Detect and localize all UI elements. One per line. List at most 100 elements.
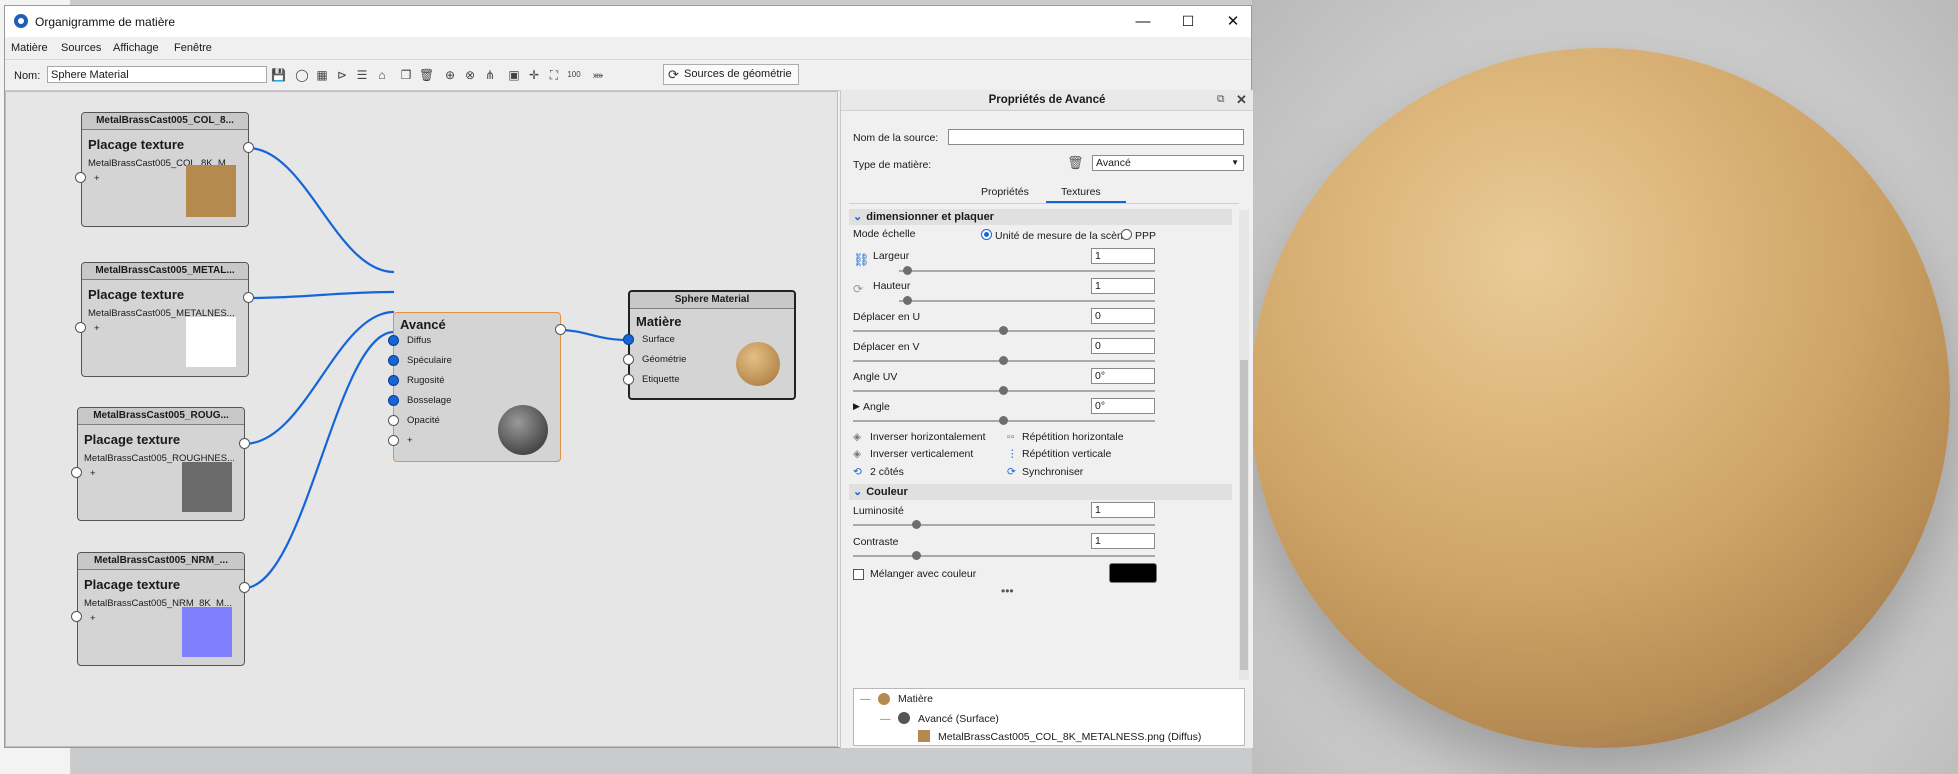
delete-icon[interactable]: 🗑 [419, 68, 434, 82]
repeat-horizontal-option[interactable]: Répétition horizontale [1022, 431, 1124, 443]
synchronize-option[interactable]: Synchroniser [1022, 466, 1083, 478]
minimize-button[interactable]: — [1120, 6, 1166, 37]
link-icon[interactable]: ⛓ [853, 252, 870, 268]
deplacer-u-input[interactable]: 0 [1091, 308, 1155, 324]
flip-horizontal-option[interactable]: Inverser horizontalement [870, 431, 986, 443]
tab-proprietes[interactable]: Propriétés [981, 186, 1029, 198]
repeat-vertical-icon[interactable]: ⋮ [1007, 448, 1018, 460]
panel-close-icon[interactable]: ✕ [1236, 92, 1247, 108]
menu-matiere[interactable]: Matière [11, 42, 48, 54]
angle-input[interactable]: 0° [1091, 398, 1155, 414]
port-add[interactable] [388, 435, 399, 446]
port-in[interactable] [71, 467, 82, 478]
largeur-slider-knob[interactable] [903, 266, 912, 275]
tree-item-matiere[interactable]: Matière [898, 693, 933, 705]
texture-node[interactable]: MetalBrassCast005_ROUG... Placage textur… [77, 407, 245, 521]
deplacer-v-slider-knob[interactable] [999, 356, 1008, 365]
port-etiquette[interactable] [623, 374, 634, 385]
node-graph-canvas[interactable]: MetalBrassCast005_COL_8... Placage textu… [5, 91, 838, 747]
copy-icon[interactable]: ❐ [399, 68, 413, 82]
deplacer-u-slider-knob[interactable] [999, 326, 1008, 335]
port-label-add[interactable]: + [407, 435, 413, 446]
hauteur-slider[interactable] [899, 300, 1155, 302]
port-bosselage[interactable] [388, 395, 399, 406]
split-icon[interactable]: ⤘ [591, 68, 605, 82]
trash-icon[interactable]: 🗑 [1067, 155, 1084, 171]
luminosite-slider-knob[interactable] [912, 520, 921, 529]
layout-icon[interactable]: ▣ [507, 68, 521, 82]
more-handle[interactable]: ••• [1001, 584, 1014, 598]
texture-node-add[interactable]: + [94, 323, 100, 334]
port-diffus[interactable] [388, 335, 399, 346]
sliders-icon[interactable]: ☰ [355, 68, 369, 82]
contraste-input[interactable]: 1 [1091, 533, 1155, 549]
blend-color-checkbox[interactable] [853, 569, 864, 580]
tree-item-texture[interactable]: MetalBrassCast005_COL_8K_METALNESS.png (… [938, 731, 1201, 743]
sync-icon[interactable]: ⟳ [853, 282, 863, 296]
geometry-sources-button[interactable]: ⟳ Sources de géométrie [663, 64, 799, 85]
play-icon[interactable]: ⊳ [335, 68, 349, 82]
synchronize-icon[interactable]: ⟳ [1007, 466, 1016, 478]
source-name-input[interactable] [948, 129, 1244, 145]
port-in[interactable] [75, 322, 86, 333]
repeat-horizontal-icon[interactable]: ▫▫ [1007, 431, 1014, 443]
fit-icon[interactable]: ⛶ [547, 68, 561, 82]
port-geometrie[interactable] [623, 354, 634, 365]
largeur-input[interactable]: 1 [1091, 248, 1155, 264]
advanced-node[interactable]: Avancé Diffus Spéculaire Rugosité Bossel… [393, 312, 561, 462]
repeat-vertical-option[interactable]: Répétition verticale [1022, 448, 1111, 460]
angle-uv-input[interactable]: 0° [1091, 368, 1155, 384]
texture-node[interactable]: MetalBrassCast005_NRM_... Placage textur… [77, 552, 245, 666]
menu-fenetre[interactable]: Fenêtre [174, 42, 212, 54]
center-icon[interactable]: ✛ [527, 68, 541, 82]
close-button[interactable]: ✕ [1210, 6, 1256, 37]
texture-node-add[interactable]: + [90, 613, 96, 624]
port-surface[interactable] [623, 334, 634, 345]
menu-affichage[interactable]: Affichage [113, 42, 159, 54]
expand-arrow-icon[interactable]: ▶ [853, 401, 860, 412]
section-color-header[interactable]: ⌄ Couleur [849, 484, 1232, 500]
zoom-100-icon[interactable]: 100 [567, 68, 581, 82]
two-sided-option[interactable]: 2 côtés [870, 466, 904, 478]
link-node-icon[interactable]: ⊗ [463, 68, 477, 82]
sphere-preview-icon[interactable]: ◯ [295, 68, 309, 82]
radio-scene-units[interactable] [981, 229, 992, 240]
section-scale-header[interactable]: ⌄ dimensionner et plaquer [849, 209, 1232, 225]
hauteur-input[interactable]: 1 [1091, 278, 1155, 294]
two-sided-icon[interactable]: ⟲ [853, 466, 862, 478]
tab-textures[interactable]: Textures [1061, 186, 1101, 198]
float-icon[interactable]: ⧉ [1217, 93, 1225, 106]
branch-icon[interactable]: ⋔ [483, 68, 497, 82]
contraste-slider-knob[interactable] [912, 551, 921, 560]
texture-node[interactable]: MetalBrassCast005_COL_8... Placage textu… [81, 112, 249, 227]
largeur-slider[interactable] [899, 270, 1155, 272]
tree-item-avance[interactable]: Avancé (Surface) [918, 713, 999, 725]
material-type-select[interactable]: Avancé ▼ [1092, 155, 1244, 171]
menu-sources[interactable]: Sources [61, 42, 101, 54]
port-out[interactable] [239, 438, 250, 449]
texture-node-add[interactable]: + [94, 173, 100, 184]
add-node-icon[interactable]: ⊕ [443, 68, 457, 82]
port-opacite[interactable] [388, 415, 399, 426]
port-out[interactable] [555, 324, 566, 335]
texture-node-add[interactable]: + [90, 468, 96, 479]
maximize-button[interactable]: ☐ [1165, 6, 1211, 37]
blend-color-swatch[interactable] [1109, 563, 1157, 583]
radio-ppp[interactable] [1121, 229, 1132, 240]
save-icon[interactable]: 💾 [271, 68, 286, 82]
port-out[interactable] [243, 292, 254, 303]
luminosite-slider[interactable] [853, 524, 1155, 526]
scrollbar-track[interactable] [1239, 210, 1249, 680]
flip-vertical-icon[interactable]: ◈ [853, 448, 861, 460]
flip-horizontal-icon[interactable]: ◈ [853, 431, 861, 443]
port-in[interactable] [71, 611, 82, 622]
port-out[interactable] [239, 582, 250, 593]
deplacer-v-input[interactable]: 0 [1091, 338, 1155, 354]
port-out[interactable] [243, 142, 254, 153]
contraste-slider[interactable] [853, 555, 1155, 557]
flip-vertical-option[interactable]: Inverser verticalement [870, 448, 973, 460]
hauteur-slider-knob[interactable] [903, 296, 912, 305]
material-node[interactable]: Sphere Material Matière Surface Géométri… [628, 290, 796, 400]
angle-uv-slider-knob[interactable] [999, 386, 1008, 395]
checker-icon[interactable]: ▦ [315, 68, 329, 82]
